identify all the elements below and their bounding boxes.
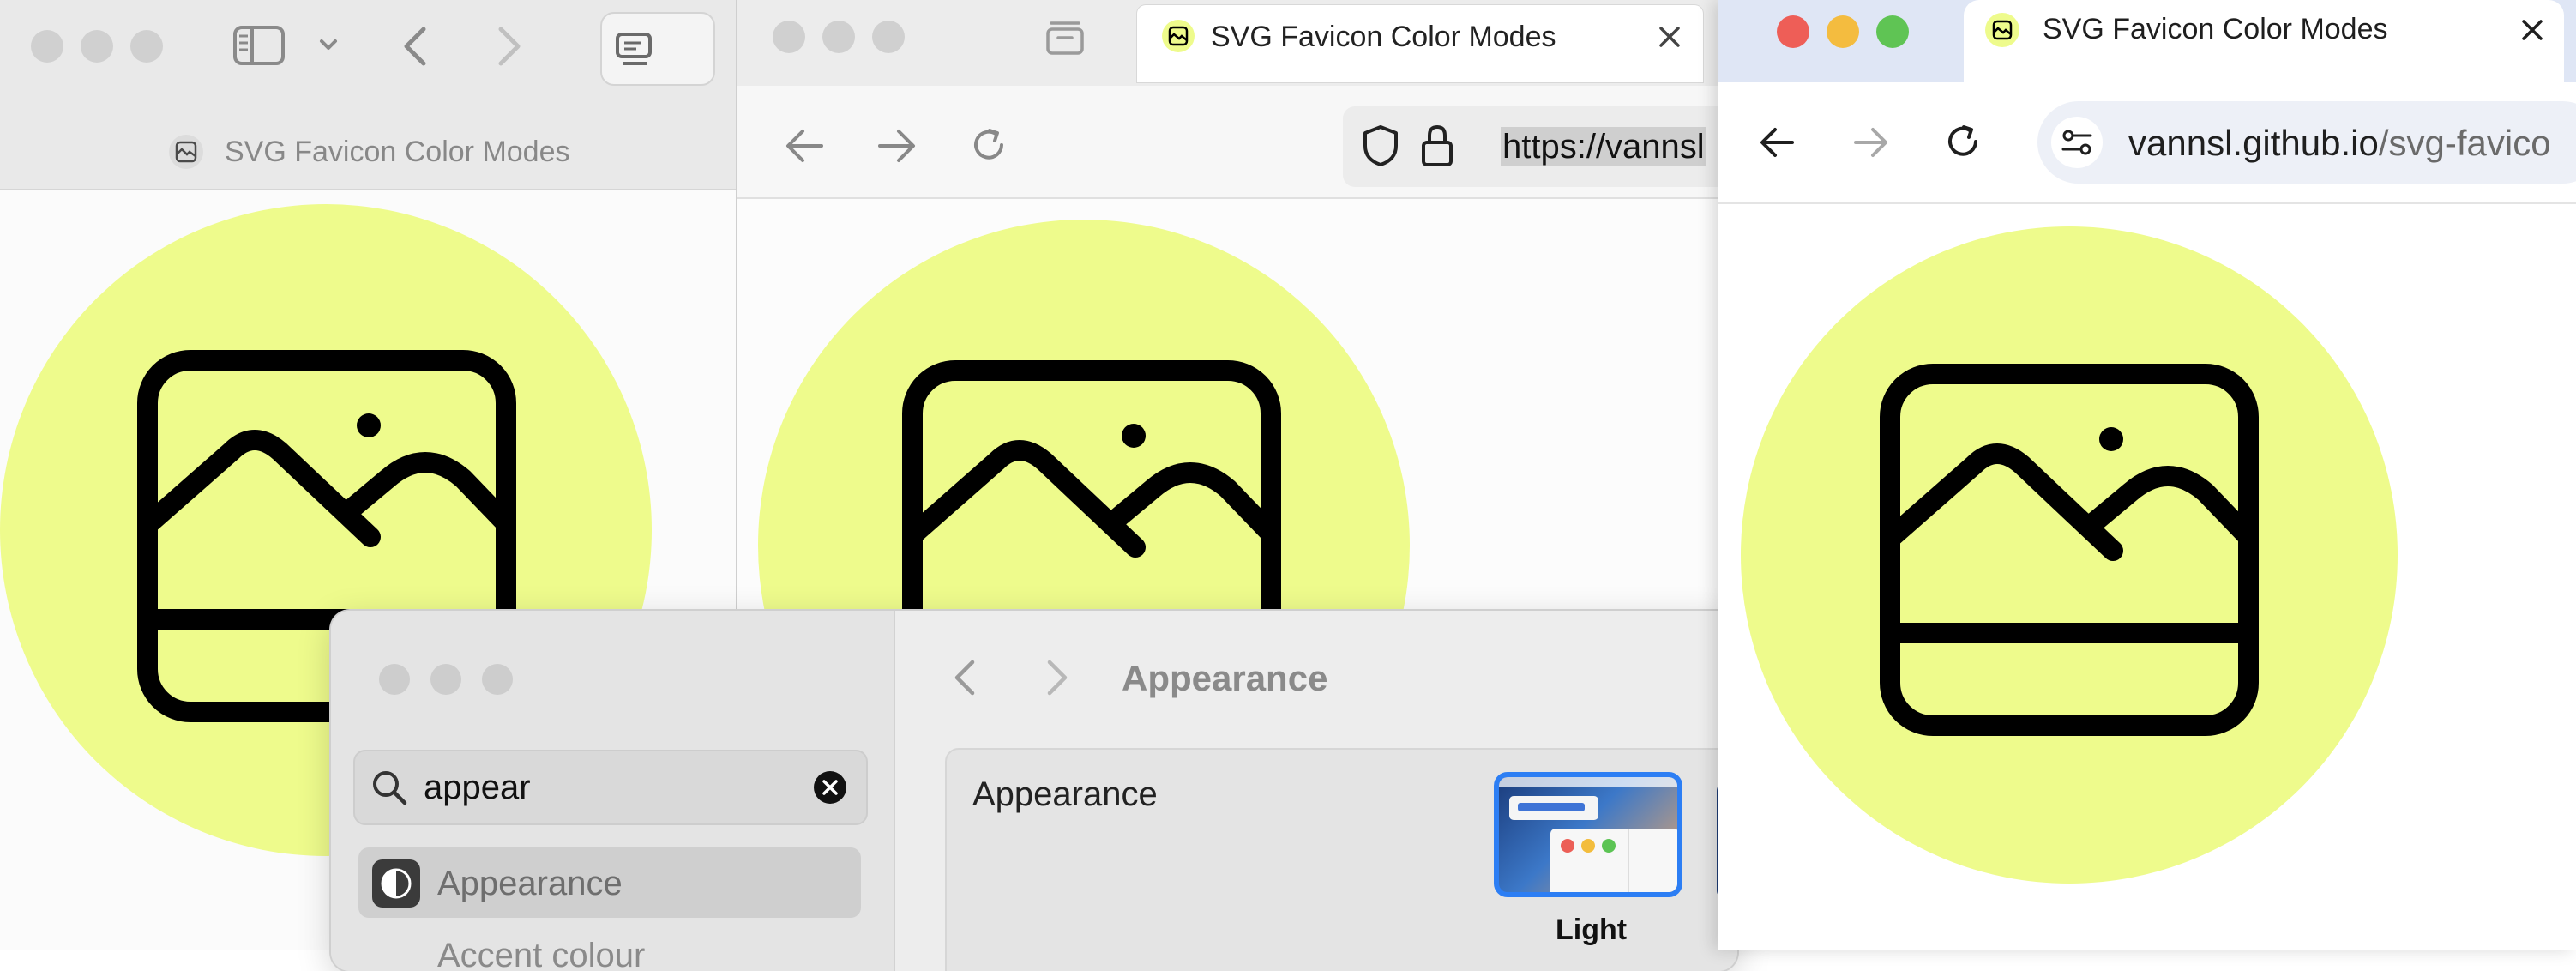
chrome-url-path: /svg-favico xyxy=(2378,123,2551,163)
firefox-minimize-button[interactable] xyxy=(822,21,855,53)
chrome-close-button[interactable] xyxy=(1777,15,1809,48)
light-preview-bar xyxy=(1518,803,1585,811)
safari-favicon-icon xyxy=(169,135,203,169)
firefox-tab-title: SVG Favicon Color Modes xyxy=(1211,21,1556,53)
sidebar-toggle-icon[interactable] xyxy=(233,26,285,65)
light-preview-yellow xyxy=(1581,839,1595,853)
settings-zoom-button[interactable] xyxy=(482,664,513,695)
settings-forward-icon[interactable] xyxy=(1044,657,1070,698)
settings-search-input[interactable]: appear xyxy=(424,767,531,808)
firefox-url-text[interactable]: https://vannsl xyxy=(1501,127,1706,166)
chrome-url-text[interactable]: vannsl.github.io/svg-favico xyxy=(2128,122,2551,165)
sidebar-item-appearance-label: Appearance xyxy=(437,865,623,902)
chrome-reload-icon[interactable] xyxy=(1943,122,1983,161)
firefox-zoom-button[interactable] xyxy=(872,21,905,53)
firefox-back-icon[interactable] xyxy=(784,127,825,165)
chevron-down-icon[interactable] xyxy=(319,38,338,51)
settings-pane-title: Appearance xyxy=(1122,658,1328,698)
search-icon xyxy=(373,771,407,805)
safari-page-title: SVG Favicon Color Modes xyxy=(225,136,570,168)
tune-icon xyxy=(2061,130,2092,155)
safari-minimize-button[interactable] xyxy=(81,30,113,63)
reader-icon xyxy=(616,33,652,65)
firefox-close-button[interactable] xyxy=(773,21,805,53)
chrome-url-host: vannsl.github.io xyxy=(2128,123,2379,163)
chrome-back-icon[interactable] xyxy=(1758,125,1796,160)
chrome-minimize-button[interactable] xyxy=(1827,15,1859,48)
light-preview-menubar xyxy=(1499,777,1677,787)
chrome-tab-favicon-icon xyxy=(1985,13,2019,47)
lock-icon[interactable] xyxy=(1420,124,1454,168)
tab-list-icon[interactable] xyxy=(1044,19,1086,57)
settings-window: appear Appearance Accent colour Appearan… xyxy=(331,611,1737,971)
settings-minimize-button[interactable] xyxy=(430,664,461,695)
firefox-tab-close-icon[interactable] xyxy=(1658,26,1681,48)
chrome-window: SVG Favicon Color Modes vannsl.github.io… xyxy=(1718,0,2576,950)
firefox-tab-favicon-icon xyxy=(1162,20,1195,52)
chrome-zoom-button[interactable] xyxy=(1876,15,1909,48)
chrome-tab-close-icon[interactable] xyxy=(2521,19,2543,41)
shield-icon[interactable] xyxy=(1362,124,1399,168)
clear-search-icon[interactable] xyxy=(813,770,847,805)
settings-close-button[interactable] xyxy=(379,664,410,695)
firefox-reload-icon[interactable] xyxy=(969,125,1008,165)
appearance-section-label: Appearance xyxy=(972,775,1158,813)
light-preview-red xyxy=(1561,839,1574,853)
safari-forward-icon[interactable] xyxy=(497,26,523,67)
light-preview-divider xyxy=(1628,829,1629,892)
light-preview-green xyxy=(1602,839,1616,853)
safari-close-button[interactable] xyxy=(31,30,63,63)
sidebar-item-accent-colour-label[interactable]: Accent colour xyxy=(437,935,645,971)
appearance-icon xyxy=(372,859,420,908)
safari-back-icon[interactable] xyxy=(401,26,427,67)
safari-zoom-button[interactable] xyxy=(130,30,163,63)
firefox-forward-icon[interactable] xyxy=(876,127,918,165)
chrome-forward-icon[interactable] xyxy=(1852,125,1890,160)
chrome-image-icon xyxy=(1880,364,2259,736)
chrome-tab-title: SVG Favicon Color Modes xyxy=(2043,13,2388,45)
theme-option-light-label: Light xyxy=(1556,914,1628,946)
settings-back-icon[interactable] xyxy=(952,657,978,698)
theme-option-light[interactable] xyxy=(1494,772,1682,897)
